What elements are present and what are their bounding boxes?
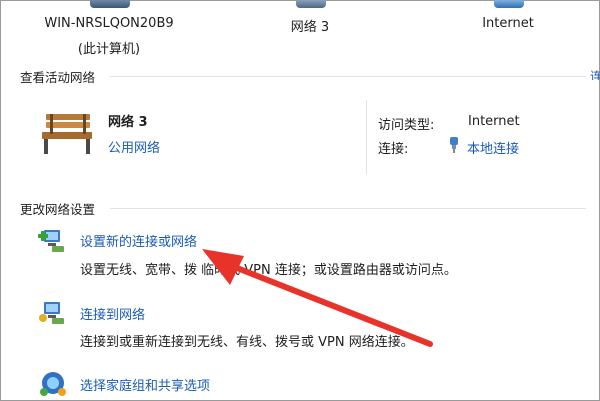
homegroup-sharing-link[interactable]: 选择家庭组和共享选项 — [80, 375, 210, 394]
network-icon[interactable] — [296, 0, 326, 8]
active-networks-heading: 查看活动网络 — [20, 70, 96, 85]
park-bench-icon — [42, 114, 92, 154]
plug-icon — [450, 137, 458, 153]
section-divider — [110, 208, 586, 209]
connect-to-network-link[interactable]: 连接到网络 — [80, 304, 145, 323]
section-divider — [110, 76, 586, 77]
new-connection-icon — [38, 230, 64, 252]
access-type-label: 访问类型: — [378, 118, 435, 133]
computer-subtitle-label: (此计算机) — [77, 42, 141, 57]
local-connection-link[interactable]: 本地连接 — [467, 138, 519, 157]
network-label: 网络 3 — [290, 20, 330, 35]
setup-new-connection-link[interactable]: 设置新的连接或网络 — [80, 231, 197, 250]
access-type-value: Internet — [468, 114, 520, 129]
setup-new-connection-description: 设置无线、宽带、拨 临时或 VPN 连接；或设置路由器或访问点。 — [80, 263, 457, 278]
computer-name-label: WIN-NRSLQON20B9 — [44, 16, 174, 31]
connect-to-network-description: 连接到或重新连接到无线、有线、拨号或 VPN 网络连接。 — [80, 335, 414, 350]
computer-icon[interactable] — [90, 0, 130, 8]
connect-network-icon — [39, 302, 64, 324]
internet-globe-icon[interactable] — [494, 0, 524, 8]
network-category-link[interactable]: 公用网络 — [108, 137, 160, 156]
homegroup-icon — [40, 372, 66, 396]
connections-label: 连接: — [378, 142, 409, 157]
connect-disconnect-link[interactable]: 连接或断开连接 — [590, 66, 600, 80]
internet-label: Internet — [482, 16, 534, 31]
vertical-divider — [366, 100, 367, 174]
change-settings-heading: 更改网络设置 — [20, 202, 96, 217]
active-network-name: 网络 3 — [108, 115, 148, 130]
